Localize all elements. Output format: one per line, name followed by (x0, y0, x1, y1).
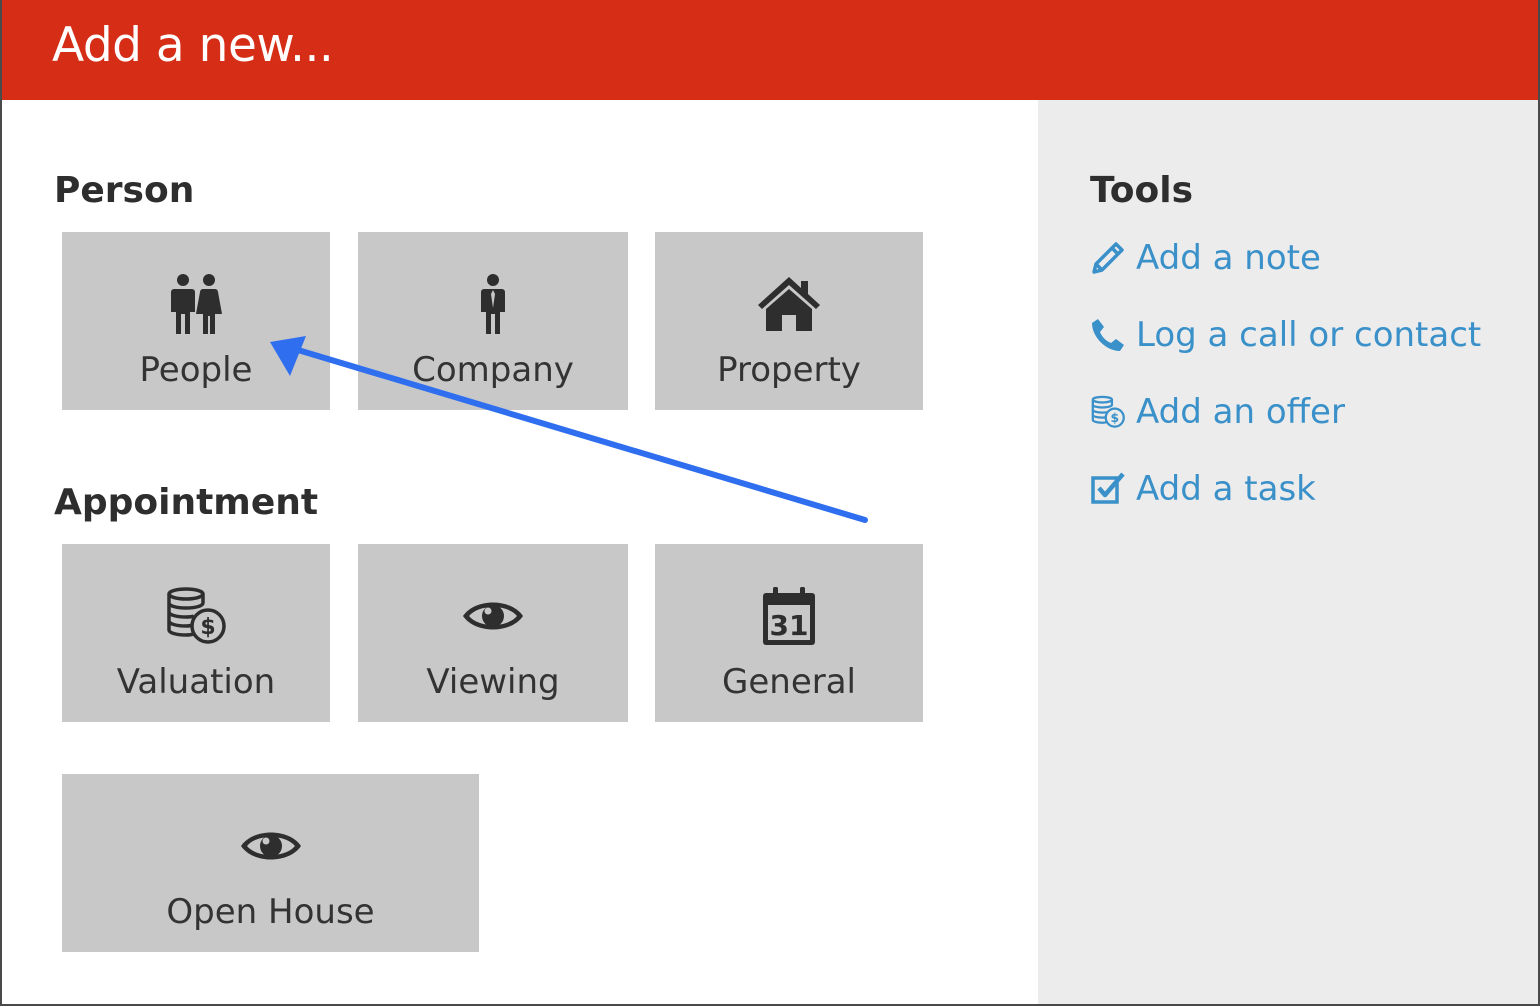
tile-valuation-label: Valuation (116, 662, 276, 702)
svg-text:31: 31 (770, 609, 809, 642)
eye-icon (62, 814, 479, 878)
tile-general-label: General (722, 662, 856, 702)
tile-valuation[interactable]: $ Valuation (62, 544, 330, 722)
tile-open-house[interactable]: Open House (62, 774, 479, 952)
house-icon (655, 272, 923, 336)
tile-property[interactable]: Property (655, 232, 923, 410)
svg-text:$: $ (1110, 411, 1119, 425)
tile-viewing-label: Viewing (426, 662, 560, 702)
people-icon (62, 272, 330, 336)
add-task-label: Add a task (1136, 469, 1316, 509)
add-note-link[interactable]: Add a note (1090, 236, 1321, 280)
tile-people[interactable]: People (62, 232, 330, 410)
log-call-link[interactable]: Log a call or contact (1090, 313, 1481, 357)
coins-dollar-icon: $ (62, 584, 330, 648)
add-offer-label: Add an offer (1136, 392, 1345, 432)
checkbox-icon (1090, 471, 1126, 507)
appointment-section-title: Appointment (54, 482, 319, 523)
tile-viewing[interactable]: Viewing (358, 544, 628, 722)
tile-property-label: Property (717, 350, 861, 390)
log-call-label: Log a call or contact (1136, 315, 1482, 355)
calendar-icon: 31 (655, 584, 923, 648)
person-section-title: Person (54, 170, 195, 211)
tile-open-house-label: Open House (166, 892, 375, 932)
coins-dollar-icon: $ (1090, 394, 1126, 430)
svg-text:$: $ (200, 615, 215, 640)
eye-icon (358, 584, 628, 648)
dialog-title: Add a new... (52, 18, 334, 73)
add-note-label: Add a note (1136, 238, 1321, 278)
tile-company[interactable]: Company (358, 232, 628, 410)
tools-section-title: Tools (1090, 170, 1194, 211)
tile-people-label: People (139, 350, 253, 390)
pencil-icon (1090, 240, 1126, 276)
add-new-dialog: Add a new... Person People Company Prope… (0, 0, 1540, 1006)
dialog-header: Add a new... (2, 0, 1538, 100)
businessman-icon (358, 272, 628, 336)
tile-general[interactable]: 31 General (655, 544, 923, 722)
add-task-link[interactable]: Add a task (1090, 467, 1316, 511)
tile-company-label: Company (412, 350, 574, 390)
phone-icon (1090, 317, 1126, 353)
add-offer-link[interactable]: $ Add an offer (1090, 390, 1345, 434)
